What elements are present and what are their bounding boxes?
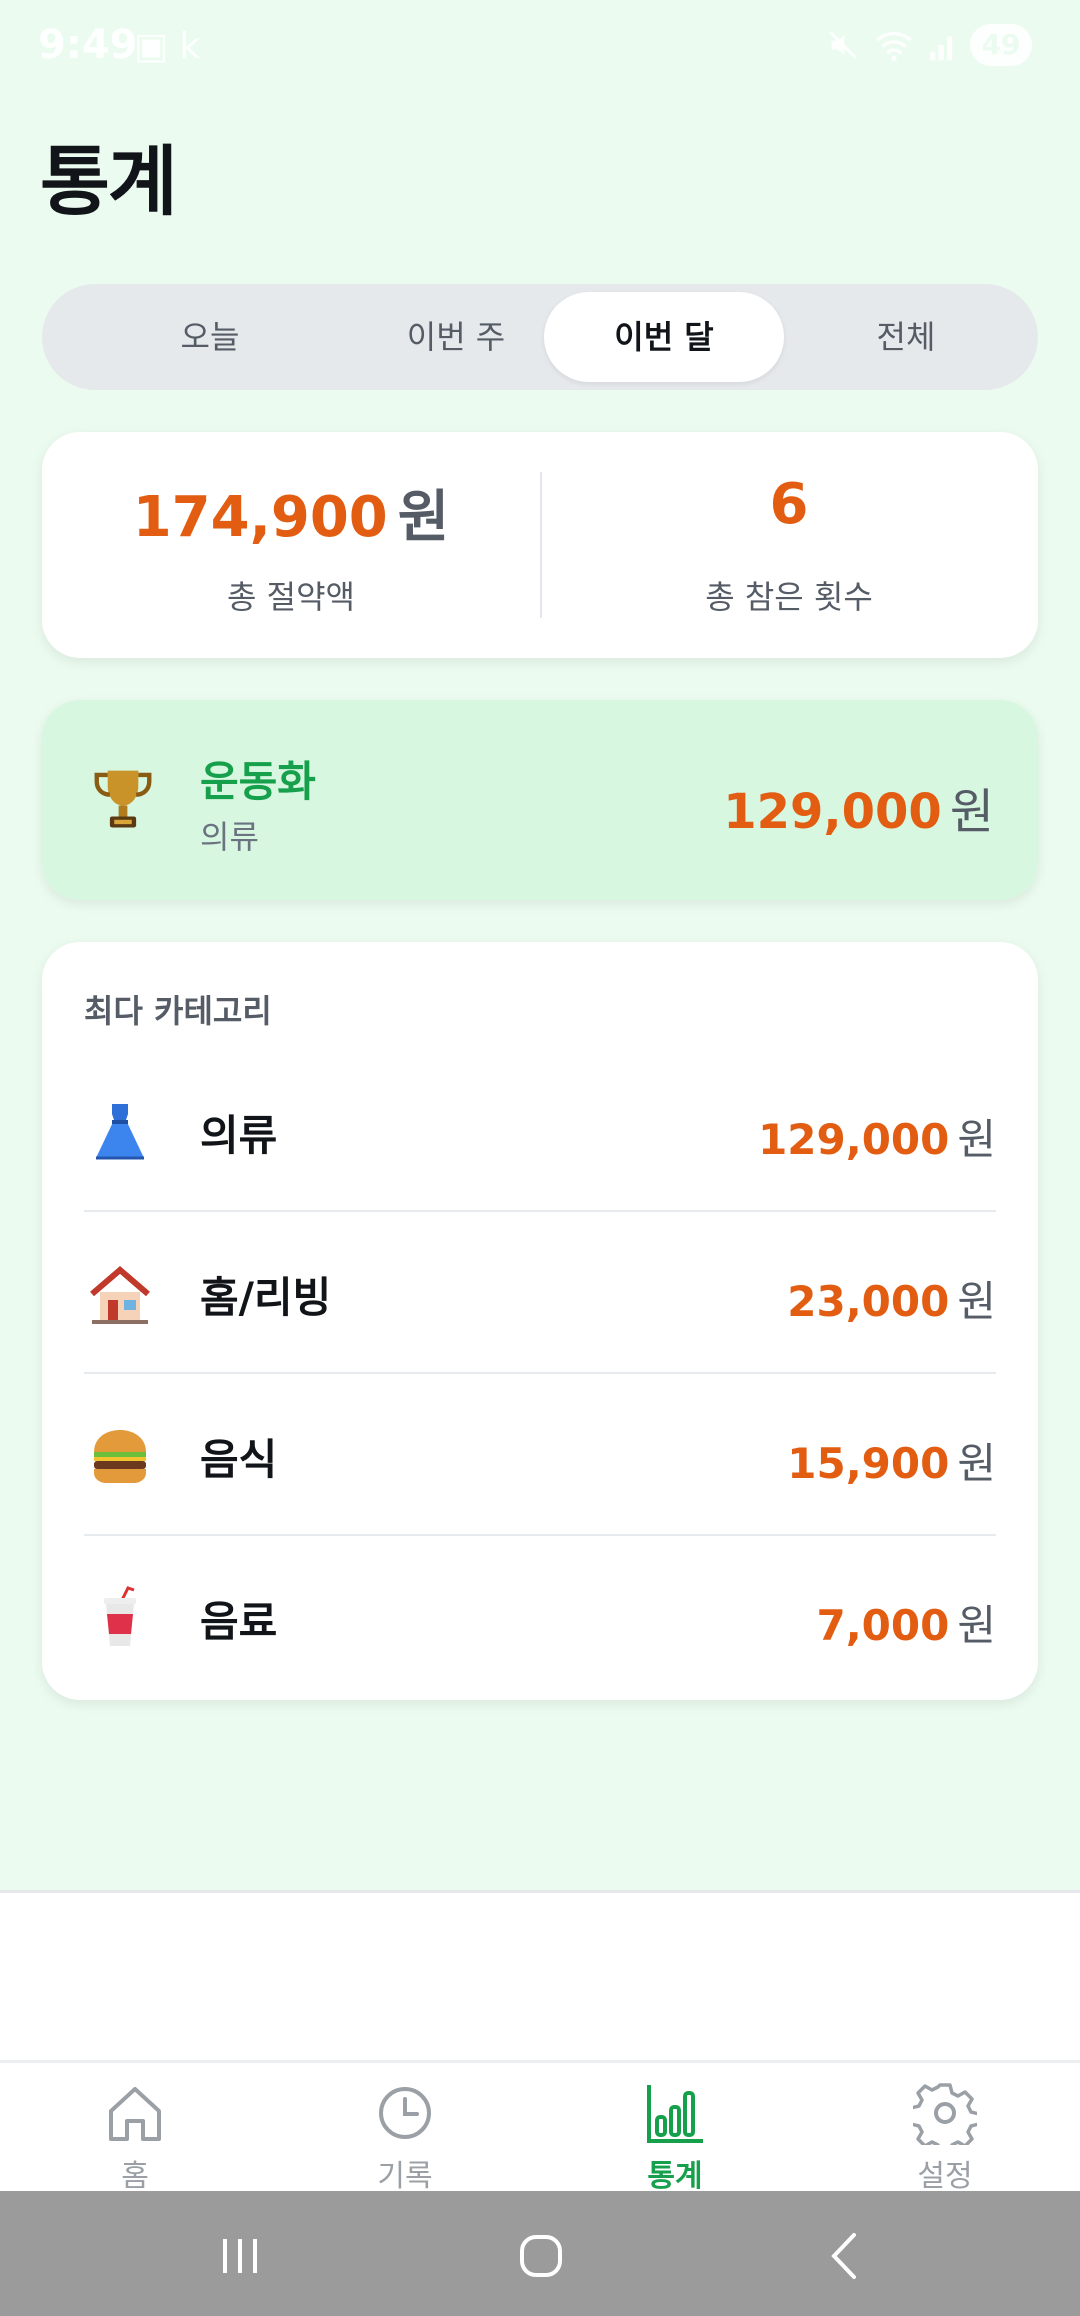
recent-apps-icon[interactable] bbox=[205, 2221, 275, 2291]
top-item-amount: 129,000 원 bbox=[723, 784, 994, 840]
nav-label: 설정 bbox=[917, 2159, 973, 2194]
nav-settings[interactable]: 설정 bbox=[810, 2063, 1080, 2194]
category-amount: 23,000 원 bbox=[787, 1277, 996, 1326]
resist-count-label: 총 참은 횟수 bbox=[705, 578, 873, 616]
bottom-navigation: 홈 기록 통계 설정 bbox=[0, 2063, 1080, 2194]
signal-icon bbox=[930, 36, 953, 61]
tab-this-week[interactable]: 이번 주 bbox=[336, 292, 576, 382]
top-item-name: 운동화 bbox=[200, 757, 316, 806]
category-name: 음식 bbox=[200, 1435, 278, 1484]
category-name: 음료 bbox=[200, 1597, 278, 1646]
system-navigation-bar bbox=[0, 2191, 1080, 2316]
status-right: 49 bbox=[826, 24, 1032, 66]
cup-icon bbox=[104, 1586, 136, 1646]
category-row[interactable]: 의류 129,000 원 bbox=[84, 1050, 996, 1212]
period-segmented-control: 오늘 이번 주 이번 달 전체 bbox=[42, 284, 1038, 390]
total-saved-label: 총 절약액 bbox=[227, 578, 355, 616]
nav-home[interactable]: 홈 bbox=[0, 2063, 270, 2194]
home-icon bbox=[109, 2087, 161, 2141]
total-saved: 174,900 원 총 절약액 bbox=[42, 432, 540, 658]
nav-label: 통계 bbox=[647, 2159, 703, 2194]
nav-label: 기록 bbox=[377, 2159, 433, 2194]
category-row[interactable]: 음료 7,000 원 bbox=[84, 1536, 996, 1698]
category-row[interactable]: 홈/리빙 23,000 원 bbox=[84, 1212, 996, 1374]
category-amount: 7,000 원 bbox=[816, 1601, 997, 1650]
top-categories-card: 최다 카테고리 의류 129,000 원 홈/리빙 23,000 원 음식 15… bbox=[42, 942, 1038, 1700]
burger-icon bbox=[94, 1430, 146, 1483]
trophy-icon bbox=[94, 770, 152, 828]
tab-today[interactable]: 오늘 bbox=[90, 292, 330, 382]
status-time: 9:49 bbox=[38, 22, 138, 68]
nav-history[interactable]: 기록 bbox=[270, 2063, 540, 2194]
category-row[interactable]: 음식 15,900 원 bbox=[84, 1374, 996, 1536]
home-button-icon[interactable] bbox=[506, 2221, 576, 2291]
clock-icon bbox=[379, 2087, 431, 2139]
tab-all[interactable]: 전체 bbox=[786, 292, 1026, 382]
content-divider bbox=[0, 1890, 1080, 1893]
house-icon bbox=[90, 1266, 150, 1324]
total-saved-amount: 174,900 원 bbox=[132, 485, 450, 550]
summary-card: 174,900 원 총 절약액 6 총 참은 횟수 bbox=[42, 432, 1038, 658]
category-name: 의류 bbox=[200, 1111, 278, 1160]
top-item-card[interactable]: 운동화 의류 129,000 원 bbox=[42, 700, 1038, 900]
battery-indicator: 49 bbox=[970, 24, 1032, 66]
nav-label: 홈 bbox=[121, 2159, 149, 2194]
back-icon[interactable] bbox=[810, 2221, 880, 2291]
category-amount: 15,900 원 bbox=[787, 1439, 996, 1488]
gear-icon bbox=[913, 2083, 977, 2145]
resist-count-value: 6 bbox=[769, 472, 809, 537]
resist-count: 6 총 참은 횟수 bbox=[540, 432, 1038, 658]
dress-icon bbox=[96, 1104, 144, 1160]
tab-this-month[interactable]: 이번 달 bbox=[544, 292, 784, 382]
category-amount: 129,000 원 bbox=[758, 1115, 996, 1164]
bar-chart-icon bbox=[647, 2085, 703, 2143]
page-title: 통계 bbox=[40, 137, 178, 226]
nav-statistics[interactable]: 통계 bbox=[540, 2063, 810, 2194]
wifi-icon bbox=[876, 32, 912, 61]
section-heading: 최다 카테고리 bbox=[84, 992, 272, 1030]
category-name: 홈/리빙 bbox=[200, 1273, 332, 1322]
status-bar: 9:49 ▣ k 49 bbox=[0, 0, 1080, 96]
notification-icons: ▣ k bbox=[134, 26, 201, 67]
mute-icon bbox=[829, 31, 857, 59]
top-item-category: 의류 bbox=[200, 818, 259, 856]
